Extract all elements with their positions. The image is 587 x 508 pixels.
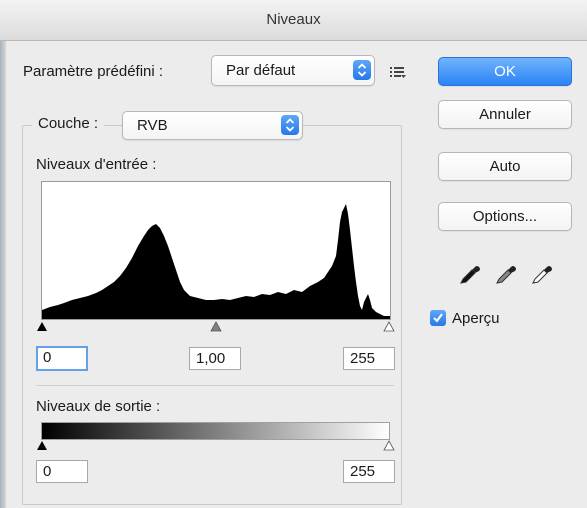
histogram xyxy=(41,181,391,320)
input-black-slider[interactable] xyxy=(36,320,48,337)
input-gamma-slider[interactable] xyxy=(210,320,222,337)
output-levels-label: Niveaux de sortie : xyxy=(36,398,161,415)
options-button[interactable]: Options... xyxy=(438,202,572,231)
output-gradient-bar xyxy=(41,422,390,440)
window-title: Niveaux xyxy=(266,11,321,28)
preset-value: Par défaut xyxy=(226,62,296,79)
output-black-field[interactable]: 0 xyxy=(36,460,88,483)
channel-select[interactable]: RVB xyxy=(122,111,303,140)
window-edge xyxy=(0,40,6,508)
input-white-slider[interactable] xyxy=(383,320,395,337)
section-divider xyxy=(36,385,394,386)
chevron-updown-icon xyxy=(281,115,299,135)
ok-button[interactable]: OK xyxy=(438,57,572,86)
output-black-slider[interactable] xyxy=(36,439,48,456)
input-levels-label: Niveaux d'entrée : xyxy=(36,156,157,173)
preview-label[interactable]: Aperçu xyxy=(452,310,500,327)
cancel-button[interactable]: Annuler xyxy=(438,100,572,129)
checkmark-icon xyxy=(433,313,443,323)
preset-select[interactable]: Par défaut xyxy=(211,55,375,86)
histogram-graph xyxy=(42,204,390,319)
list-menu-icon[interactable] xyxy=(389,64,407,80)
auto-button[interactable]: Auto xyxy=(438,152,572,181)
white-point-eyedropper-icon[interactable] xyxy=(529,262,555,286)
channel-label: Couche : xyxy=(32,115,105,132)
preview-checkbox[interactable] xyxy=(430,310,446,326)
gray-point-eyedropper-icon[interactable] xyxy=(493,262,519,286)
output-white-slider[interactable] xyxy=(383,439,395,456)
input-white-field[interactable]: 255 xyxy=(343,347,395,370)
channel-value: RVB xyxy=(137,117,168,134)
output-white-field[interactable]: 255 xyxy=(343,460,395,483)
input-gamma-field[interactable]: 1,00 xyxy=(189,347,241,370)
preset-label: Paramètre prédéfini : xyxy=(23,63,164,80)
input-black-field[interactable]: 0 xyxy=(36,346,88,371)
black-point-eyedropper-icon[interactable] xyxy=(457,262,483,286)
chevron-updown-icon xyxy=(353,60,371,80)
